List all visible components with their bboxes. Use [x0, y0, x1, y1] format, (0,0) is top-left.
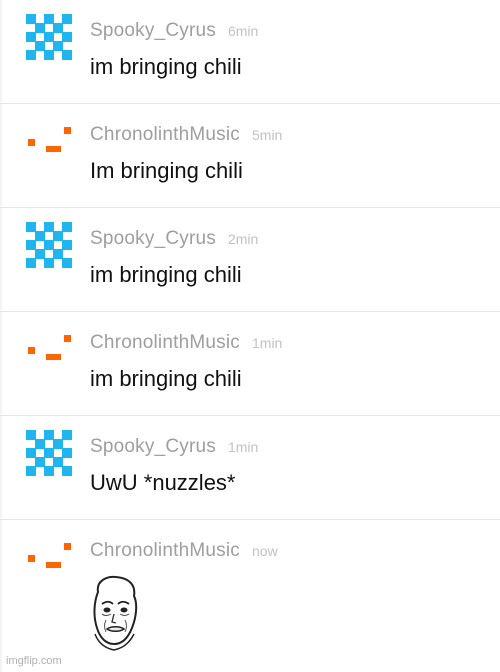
avatar[interactable]	[26, 118, 72, 164]
timestamp: 1min	[227, 439, 259, 455]
message-text: im bringing chili	[90, 366, 242, 391]
message-item: ChronolinthMusic now	[0, 520, 500, 672]
message-header: Spooky_Cyrus 2min	[90, 228, 258, 250]
timestamp: 6min	[227, 23, 259, 39]
okay-meme-face-image[interactable]	[86, 574, 144, 652]
timestamp: now	[252, 543, 278, 559]
watermark: imgflip.com	[6, 655, 62, 667]
username-link[interactable]: ChronolinthMusic	[90, 332, 240, 353]
blue-checker-avatar-icon	[26, 430, 72, 476]
message-feed: Spooky_Cyrus 6min im bringing chili Chron…	[0, 0, 500, 672]
username-link[interactable]: Spooky_Cyrus	[90, 436, 216, 457]
timestamp: 2min	[227, 231, 259, 247]
avatar[interactable]	[26, 430, 72, 476]
message-header: Spooky_Cyrus 1min	[90, 436, 258, 458]
blue-checker-avatar-icon	[26, 222, 72, 268]
avatar[interactable]	[26, 534, 72, 580]
avatar[interactable]	[26, 14, 72, 60]
message-text: Im bringing chili	[90, 158, 243, 183]
message-item: ChronolinthMusic 1min im bringing chili	[0, 312, 500, 416]
message-header: ChronolinthMusic 5min	[90, 124, 282, 146]
blue-checker-avatar-icon	[26, 14, 72, 60]
username-link[interactable]: Spooky_Cyrus	[90, 20, 216, 41]
username-link[interactable]: ChronolinthMusic	[90, 540, 240, 561]
timestamp: 5min	[252, 127, 283, 143]
orange-blocks-avatar-icon	[28, 543, 71, 568]
message-header: ChronolinthMusic 1min	[90, 332, 282, 354]
timestamp: 1min	[252, 335, 283, 351]
message-item: ChronolinthMusic 5min Im bringing chili	[0, 104, 500, 208]
message-header: Spooky_Cyrus 6min	[90, 20, 258, 42]
username-link[interactable]: Spooky_Cyrus	[90, 228, 216, 249]
username-link[interactable]: ChronolinthMusic	[90, 124, 240, 145]
orange-blocks-avatar-icon	[28, 335, 71, 360]
orange-blocks-avatar-icon	[28, 127, 71, 152]
meme-face-icon	[93, 575, 138, 651]
message-item: Spooky_Cyrus 2min im bringing chili	[0, 208, 500, 312]
message-item: Spooky_Cyrus 6min im bringing chili	[0, 0, 500, 104]
avatar[interactable]	[26, 222, 72, 268]
message-header: ChronolinthMusic now	[90, 540, 278, 562]
avatar[interactable]	[26, 326, 72, 372]
message-text: im bringing chili	[90, 262, 242, 287]
message-text: UwU *nuzzles*	[90, 470, 236, 495]
message-text: im bringing chili	[90, 54, 242, 79]
message-item: Spooky_Cyrus 1min UwU *nuzzles*	[0, 416, 500, 520]
